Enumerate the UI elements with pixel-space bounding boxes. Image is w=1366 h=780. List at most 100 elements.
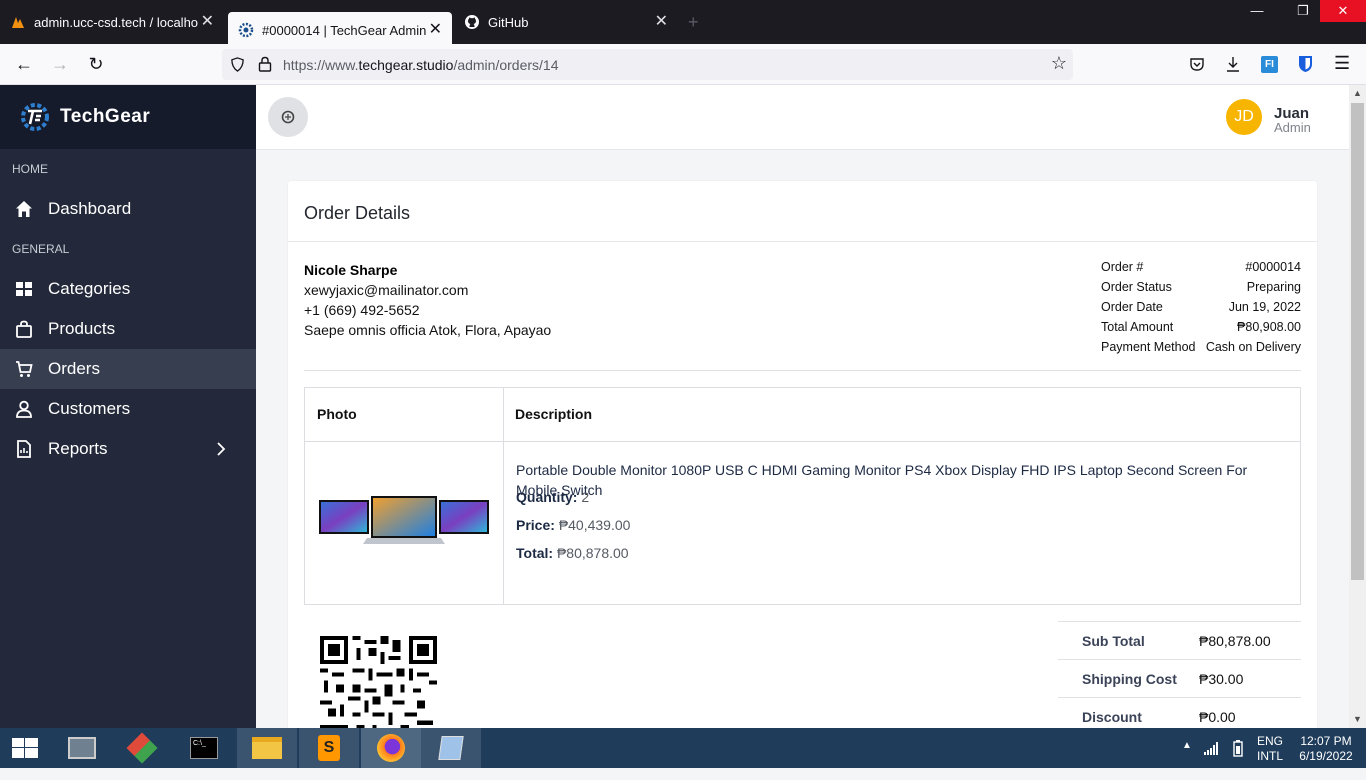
order-date-value: Jun 19, 2022 <box>1228 300 1301 314</box>
summary-row: Sub Total ₱80,878.00 <box>1058 621 1301 659</box>
avatar[interactable]: JD <box>1226 99 1262 135</box>
quantity-value: 2 <box>581 489 590 505</box>
browser-tab-active[interactable]: #0000014 | TechGear Admin ✕ <box>228 12 452 48</box>
forward-icon[interactable]: → <box>48 52 72 76</box>
sidebar-item-label: Reports <box>48 439 108 458</box>
payment-method-value: Cash on Delivery <box>1205 340 1301 354</box>
taskbar-sublime-icon[interactable]: S <box>299 728 359 768</box>
monitor-icon <box>68 737 96 759</box>
gear-icon <box>281 110 295 124</box>
close-icon[interactable]: ✕ <box>201 14 214 30</box>
grid-icon <box>16 282 32 296</box>
menu-icon[interactable]: ☰ <box>1334 53 1350 74</box>
column-header-photo: Photo <box>317 406 357 422</box>
taskbar-terminal-icon[interactable]: C:\_ <box>174 728 234 768</box>
sidebar-item-customers[interactable]: Customers <box>0 389 256 429</box>
total-value: ₱80,878.00 <box>556 545 629 561</box>
window-close-icon[interactable]: ✕ <box>1320 0 1366 22</box>
scroll-up-icon[interactable]: ▲ <box>1349 85 1366 102</box>
customer-email: xewyjaxic@mailinator.com <box>304 282 469 298</box>
firefox-icon <box>377 734 405 762</box>
signal-icon[interactable] <box>1204 742 1220 755</box>
taskbar-notes-icon[interactable] <box>421 728 481 768</box>
summary-value: ₱80,878.00 <box>1199 633 1271 649</box>
price-label: Price: <box>516 517 555 533</box>
home-icon <box>16 201 32 217</box>
reload-icon[interactable]: ↻ <box>84 52 108 76</box>
taskbar-git-icon[interactable] <box>112 728 172 768</box>
user-role: Admin <box>1274 120 1311 135</box>
sidebar-item-orders[interactable]: Orders <box>0 349 256 389</box>
url-text[interactable]: https://www.techgear.studio/admin/orders… <box>283 57 559 73</box>
product-price: Price: ₱40,439.00 <box>516 517 630 533</box>
customer-address: Saepe omnis officia Atok, Flora, Apayao <box>304 322 552 338</box>
summary-label: Shipping Cost <box>1082 671 1177 687</box>
bitwarden-icon[interactable] <box>1298 55 1313 73</box>
sidebar-item-reports[interactable]: Reports <box>0 429 256 469</box>
payment-method-label: Payment Method <box>1101 340 1196 354</box>
scroll-down-icon[interactable]: ▼ <box>1349 711 1366 728</box>
sidebar-item-dashboard[interactable]: Dashboard <box>0 189 256 229</box>
brand-name: TechGear <box>60 106 151 127</box>
sidebar-item-categories[interactable]: Categories <box>0 269 256 309</box>
taskbar-firefox-icon[interactable] <box>361 728 421 768</box>
chevron-right-icon <box>217 442 226 456</box>
sidebar-item-label: Customers <box>48 399 131 418</box>
qr-code-image <box>320 636 437 731</box>
url-bar[interactable]: https://www.techgear.studio/admin/orders… <box>222 49 1073 80</box>
sidebar: TechGear HOME Dashboard GENERAL Categori… <box>0 85 256 728</box>
download-icon[interactable] <box>1225 55 1241 73</box>
url-path: /admin/orders/14 <box>453 57 559 73</box>
sublime-icon: S <box>318 735 340 761</box>
scroll-thumb[interactable] <box>1351 103 1364 580</box>
language-indicator[interactable]: ENG INTL <box>1257 734 1283 774</box>
browser-tab[interactable]: GitHub ✕ <box>454 0 678 44</box>
divider <box>503 388 504 604</box>
bag-icon <box>16 320 32 338</box>
close-icon[interactable]: ✕ <box>429 22 442 38</box>
user-icon <box>16 400 32 418</box>
page-scrollbar[interactable]: ▲ ▼ <box>1349 85 1366 728</box>
taskbar-explorer-icon[interactable] <box>237 728 297 768</box>
lock-icon[interactable] <box>258 56 272 72</box>
back-icon[interactable]: ← <box>12 52 36 76</box>
product-name: Portable Double Monitor 1080P USB C HDMI… <box>516 462 1248 498</box>
taskbar-desktop-icon[interactable] <box>52 728 112 768</box>
browser-tab-bar: admin.ucc-csd.tech / localhost ✕ #000001… <box>0 0 1366 48</box>
clock[interactable]: 12:07 PM 6/19/2022 <box>1298 734 1354 774</box>
qr-code <box>320 636 437 731</box>
os-taskbar: C:\_ S ▲ ENG INTL 12:07 PM 6/19/2022 <box>0 728 1366 768</box>
tray-up-icon[interactable]: ▲ <box>1182 740 1192 780</box>
browser-tab[interactable]: admin.ucc-csd.tech / localhost ✕ <box>0 0 224 44</box>
summary-row: Shipping Cost ₱30.00 <box>1058 659 1301 697</box>
lang-bottom: INTL <box>1257 749 1284 763</box>
notepad-icon <box>438 736 464 760</box>
clock-time: 12:07 PM <box>1300 734 1352 748</box>
extension-fi-icon[interactable]: FI <box>1261 56 1278 73</box>
brand[interactable]: TechGear <box>0 85 256 149</box>
order-summary: Sub Total ₱80,878.00 Shipping Cost ₱30.0… <box>1058 621 1301 735</box>
summary-value: ₱30.00 <box>1199 671 1244 687</box>
battery-icon[interactable] <box>1233 740 1243 757</box>
divider <box>288 241 1317 242</box>
sidebar-item-products[interactable]: Products <box>0 309 256 349</box>
minimize-icon[interactable]: — <box>1234 0 1280 22</box>
close-icon[interactable]: ✕ <box>655 14 668 30</box>
clock-date: 6/19/2022 <box>1299 749 1353 763</box>
github-icon <box>465 15 479 29</box>
sidebar-toggle-button[interactable] <box>268 97 308 137</box>
bookmark-star-icon[interactable]: ☆ <box>1051 53 1067 74</box>
cart-icon <box>16 361 33 377</box>
url-host: techgear.studio <box>358 57 454 73</box>
tab-title: admin.ucc-csd.tech / localhost <box>34 14 198 30</box>
new-tab-icon[interactable]: + <box>688 12 699 33</box>
summary-value: ₱0.00 <box>1199 709 1236 725</box>
folder-icon <box>252 737 282 759</box>
order-status-label: Order Status <box>1101 280 1172 294</box>
pocket-icon[interactable] <box>1189 56 1205 72</box>
windows-start-icon[interactable] <box>12 738 38 758</box>
section-label: HOME <box>12 162 48 176</box>
order-items-table: Photo Description Portable Double Monito… <box>304 387 1301 605</box>
sidebar-item-label: Orders <box>48 359 100 378</box>
shield-icon[interactable] <box>230 57 245 72</box>
